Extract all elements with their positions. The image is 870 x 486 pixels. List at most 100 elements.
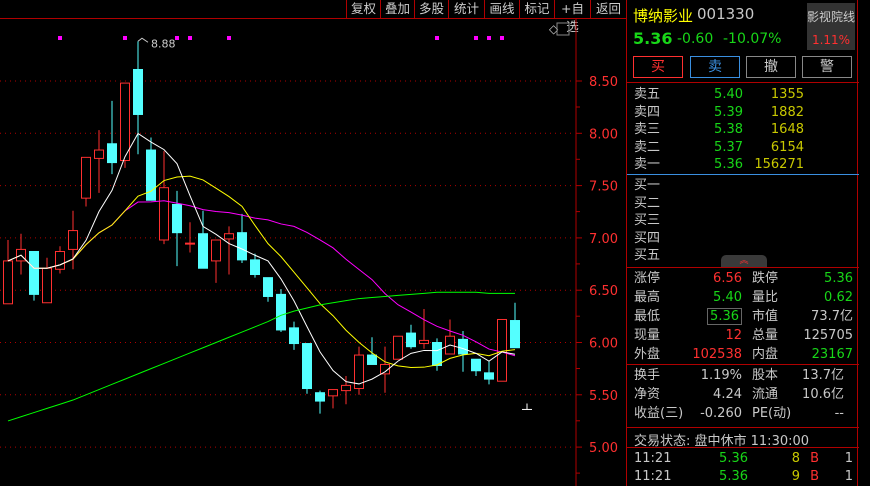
panel-row: 换手 1.19% 股本 13.7亿	[634, 367, 856, 384]
stat-value: 6.56	[713, 271, 742, 286]
ask-price: 5.38	[714, 122, 743, 137]
ask-volume: 1648	[770, 122, 804, 137]
ask-price: 5.36	[714, 157, 743, 172]
high-marker-line	[137, 37, 149, 43]
candle-down	[367, 354, 377, 365]
toolbar-button[interactable]: 标记	[519, 0, 554, 18]
stock-name[interactable]: 博纳影业	[633, 5, 693, 26]
toolbar-button[interactable]: 叠加	[380, 0, 414, 18]
panel-row: 最低 5.36 市值 73.7亿	[634, 308, 856, 325]
candle-down	[289, 327, 299, 345]
tick-price: 5.36	[719, 451, 748, 466]
stat-value: 125705	[803, 328, 853, 343]
signal-marker	[58, 36, 62, 40]
toolbar-button[interactable]: 返回	[590, 0, 626, 18]
panel-row: 买四	[634, 230, 856, 247]
tick-count: 1	[844, 468, 853, 484]
toolbar-button[interactable]: +自选	[554, 0, 590, 34]
candle-down	[432, 342, 442, 367]
stat-label: 市值	[752, 309, 779, 324]
bid-label: 买二	[634, 195, 661, 211]
panel-row: 卖四 5.39 1882	[634, 104, 856, 121]
ask-label: 卖三	[634, 122, 661, 137]
kline-chart[interactable]: 8.508.007.507.006.506.005.505.00◇8.88	[0, 19, 626, 486]
candle-up	[159, 187, 169, 241]
stat-label: 净资	[634, 387, 661, 402]
ask-volume: 1882	[770, 104, 804, 120]
panel-row: 11:21 5.36 9 B 1	[634, 468, 856, 485]
stat-label: 最高	[634, 290, 661, 305]
stat-label: 量比	[752, 290, 779, 305]
panel-row: 卖一 5.36 156271	[634, 156, 856, 173]
candle-down	[237, 232, 247, 261]
stat-label: 收益(三)	[634, 406, 684, 421]
stat-label: 股本	[752, 368, 779, 383]
candle-up	[81, 156, 91, 199]
signal-marker	[188, 36, 192, 40]
candle-up	[94, 149, 104, 159]
sell-button[interactable]: 卖	[690, 56, 740, 78]
stat-label: 涨停	[634, 271, 661, 286]
candle-up	[328, 389, 338, 397]
last-price: 5.36	[633, 29, 673, 48]
panel-row: 收益(三) -0.260 PE(动) --	[634, 405, 856, 422]
candle-down	[458, 338, 468, 355]
chevron-up-icon[interactable]: ︽	[721, 255, 767, 267]
stat-value: 13.7亿	[802, 368, 844, 383]
toolbar-button[interactable]: 统计	[448, 0, 484, 18]
stat-value: 23167	[811, 347, 853, 362]
stock-code: 001330	[697, 5, 755, 23]
candle-down	[263, 277, 273, 297]
candle-down	[198, 233, 208, 269]
stat-label: 内盘	[752, 347, 779, 362]
candle-up	[497, 318, 507, 382]
ma20-line	[7, 200, 516, 357]
ma10-line	[7, 175, 516, 369]
signal-marker	[123, 36, 127, 40]
bid-label: 买三	[634, 213, 661, 228]
stat-label: 现量	[634, 328, 661, 343]
ask-price: 5.39	[714, 104, 743, 120]
stat-value: --	[834, 406, 844, 421]
candle-down	[302, 343, 312, 390]
sector-pct: 1.11%	[811, 33, 851, 47]
toolbar-button[interactable]: 复权	[346, 0, 380, 18]
tick-count: 1	[844, 451, 853, 466]
buy-button[interactable]: 买	[633, 56, 683, 78]
candle-up	[341, 384, 351, 392]
signal-marker	[435, 36, 439, 40]
candle-up	[42, 267, 52, 304]
stat-value: 73.7亿	[811, 309, 853, 324]
stat-label: 跌停	[752, 271, 779, 286]
panel-row: 净资 4.24 流通 10.6亿	[634, 386, 856, 403]
ask-volume: 6154	[770, 139, 804, 155]
axis-tick-label: 8.00	[589, 127, 618, 142]
signal-marker	[175, 36, 179, 40]
axis-tick-label: 6.50	[589, 284, 618, 299]
chart-toolbar: 复权 叠加 多股 统计 画线 标记 +自选 返回	[0, 0, 626, 34]
candle-down	[172, 203, 182, 234]
tick-price: 5.36	[719, 468, 748, 484]
stat-value: 102538	[692, 347, 742, 362]
candle-down	[133, 68, 143, 115]
panel-row: 现量 12 总量 125705	[634, 327, 856, 344]
stat-label: 换手	[634, 368, 661, 383]
panel-row: 卖五 5.40 1355	[634, 86, 856, 103]
candle-down	[510, 320, 520, 349]
stat-value: 5.40	[713, 290, 742, 305]
alert-button[interactable]: 警	[802, 56, 852, 78]
sector-box[interactable]: 影视院线 1.11%	[807, 3, 855, 50]
toolbar-button[interactable]: 多股	[414, 0, 448, 18]
candle-down	[107, 143, 117, 164]
toolbar-button[interactable]: 画线	[484, 0, 519, 18]
axis-tick-label: 5.50	[589, 389, 618, 404]
candle-up	[224, 233, 234, 240]
signal-marker	[500, 36, 504, 40]
tick-side: B	[810, 468, 819, 484]
candle-down	[29, 250, 39, 295]
candle-up	[68, 230, 78, 250]
stat-label: 外盘	[634, 347, 661, 362]
bid-label: 买五	[634, 248, 661, 263]
candle-down	[484, 372, 494, 380]
cancel-order-button[interactable]: 撤	[746, 56, 796, 78]
